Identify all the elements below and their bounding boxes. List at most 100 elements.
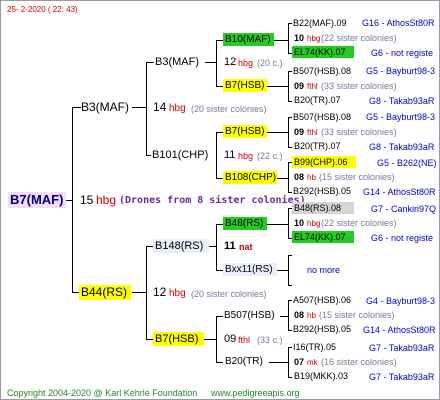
level3-queen[interactable]: B7(HSB) (225, 125, 264, 138)
connector-line (146, 62, 154, 63)
connector-line (205, 62, 217, 63)
level1-queen[interactable]: B3(MAF) (81, 101, 129, 114)
level4-unit: hbg (307, 219, 321, 228)
no-more-label: no more (307, 265, 341, 275)
level2-num: 11 (224, 149, 236, 161)
level4-drone[interactable]: B292(HSB).05 (293, 185, 351, 198)
pedigree-frame: 25- 2-2020 ( 22: 43) B7(MAF) 15 hbg (Dro… (0, 0, 440, 400)
connector-line (269, 362, 289, 363)
level4-unit: fthl (307, 128, 318, 137)
level4-unit: hbg (307, 34, 321, 43)
level4-source: G5 - Bayburt98-3 (366, 112, 436, 122)
level2-note: (22 c.) (257, 151, 283, 161)
root-num: 15 (80, 193, 94, 207)
level3-queen[interactable]: B10(MAF) (225, 33, 271, 46)
level4-note: (15 sister colonies) (319, 172, 395, 182)
level1-unit: hbg (169, 288, 186, 299)
connector-line (65, 200, 73, 201)
level4-num: 07 (294, 357, 305, 367)
level2-unit: nat (239, 242, 253, 252)
level4-unit: hb (307, 311, 316, 320)
connector-line (267, 132, 289, 133)
level4-source: G5 - Bayburt98-3 (366, 66, 436, 76)
connector-line (146, 155, 151, 156)
copyright-text: Copyright 2004-2020 @ Karl Kehrle Founda… (7, 388, 198, 398)
level4-drone[interactable]: EL74(KK).07 (294, 231, 346, 244)
connector-line (267, 224, 289, 225)
level4-drone-source: G6 - not registe (371, 233, 434, 243)
connector-line (72, 107, 81, 108)
level4-num: 10 (294, 218, 305, 228)
connector-line (216, 86, 223, 87)
level4-num: 08 (294, 172, 305, 182)
level4-unit: hb (307, 173, 316, 182)
connector-line (216, 316, 223, 317)
connector-line (132, 292, 147, 293)
level4-queen[interactable]: B22(MAF).09 (293, 17, 347, 30)
level4-num: 09 (294, 127, 305, 137)
level4-note: (15 sister colonies) (319, 310, 395, 320)
level2-num: 09 (224, 333, 237, 345)
level4-note: (22 sister colonies) (321, 218, 397, 228)
level4-drone-source: G14 - AthosSt80R (363, 325, 436, 335)
level1-num: 14 (153, 100, 167, 114)
level4-drone[interactable]: B20(TR).07 (294, 140, 341, 153)
level3-queen[interactable]: B48(RS) (225, 217, 263, 230)
connector-line (216, 40, 223, 41)
connector-line (216, 132, 223, 133)
connector-line (267, 86, 289, 87)
connector-line (216, 178, 223, 179)
level1-note: (20 sister colonies) (191, 289, 267, 299)
level1-queen[interactable]: B44(RS) (81, 286, 127, 299)
level4-drone-source: G14 - AthosSt80R (363, 187, 436, 197)
connector-line (274, 40, 289, 41)
level4-drone[interactable]: B292(HSB).05 (293, 323, 351, 336)
level4-source: G7 - Takab93aR (369, 343, 435, 353)
level3-queen[interactable]: B20(TR) (225, 355, 263, 368)
level4-source: G16 - AthosSt80R (362, 18, 435, 28)
root-note: (Drones from 8 sister colonies) (119, 195, 306, 206)
root-queen[interactable]: B7(MAF) (10, 193, 63, 206)
connector-line (288, 23, 289, 54)
level4-source: G5 - B262(NE) (377, 158, 437, 168)
level4-drone-source: G7 - Takab93aR (369, 372, 435, 382)
level4-queen[interactable]: A507(HSB).06 (293, 294, 351, 307)
level4-drone[interactable]: B20(TR).07 (294, 94, 341, 107)
level4-note: (22 sister colonies) (321, 33, 397, 43)
level4-queen[interactable]: B99(CHP).06 (294, 156, 348, 169)
connector-line (288, 347, 292, 348)
level4-queen[interactable]: B48(RS).08 (294, 202, 341, 215)
level1-note: (20 sister colonies) (191, 104, 267, 114)
connector-line (277, 178, 289, 179)
level3-queen[interactable]: B108(CHP) (225, 171, 276, 184)
level4-note: (16 sister colonies) (321, 357, 397, 367)
level2-queen[interactable]: B101(CHP) (152, 149, 208, 162)
level4-note: (33 sister colonies) (321, 81, 397, 91)
level4-queen[interactable]: I16(TR).05 (293, 341, 336, 354)
connector-line (216, 362, 223, 363)
level2-queen[interactable]: B3(MAF) (155, 56, 199, 69)
level4-queen[interactable]: B507(HSB).08 (293, 65, 351, 78)
level4-drone[interactable]: B19(MKK).03 (294, 370, 348, 383)
level2-queen[interactable]: B7(HSB) (155, 333, 198, 346)
level4-drone[interactable]: EL74(KK).07 (294, 46, 346, 59)
level4-num: 10 (294, 33, 305, 43)
level4-unit: fthl (307, 82, 318, 91)
level4-drone-source: G8 - Takab93aR (369, 142, 435, 152)
connector-line (288, 255, 292, 256)
connector-line (288, 71, 292, 72)
level3-queen[interactable]: B7(HSB) (225, 79, 264, 92)
level2-unit: hbg (238, 58, 254, 68)
level4-note: (33 sister colonies) (321, 127, 397, 137)
level3-queen[interactable]: B507(HSB) (224, 309, 275, 322)
connector-line (280, 316, 289, 317)
level3-queen[interactable]: Bxx11(RS) (225, 263, 273, 276)
level2-queen[interactable]: B148(RS) (155, 240, 203, 253)
level4-drone-source: G6 - not registe (371, 48, 434, 58)
connector-line (288, 300, 292, 301)
connector-line (132, 107, 147, 108)
level4-queen[interactable]: B507(HSB).08 (293, 111, 351, 124)
level2-note: (33 c.) (257, 335, 283, 345)
website-link[interactable]: www.pedigreeapis.org (211, 387, 300, 399)
connector-line (216, 132, 217, 179)
